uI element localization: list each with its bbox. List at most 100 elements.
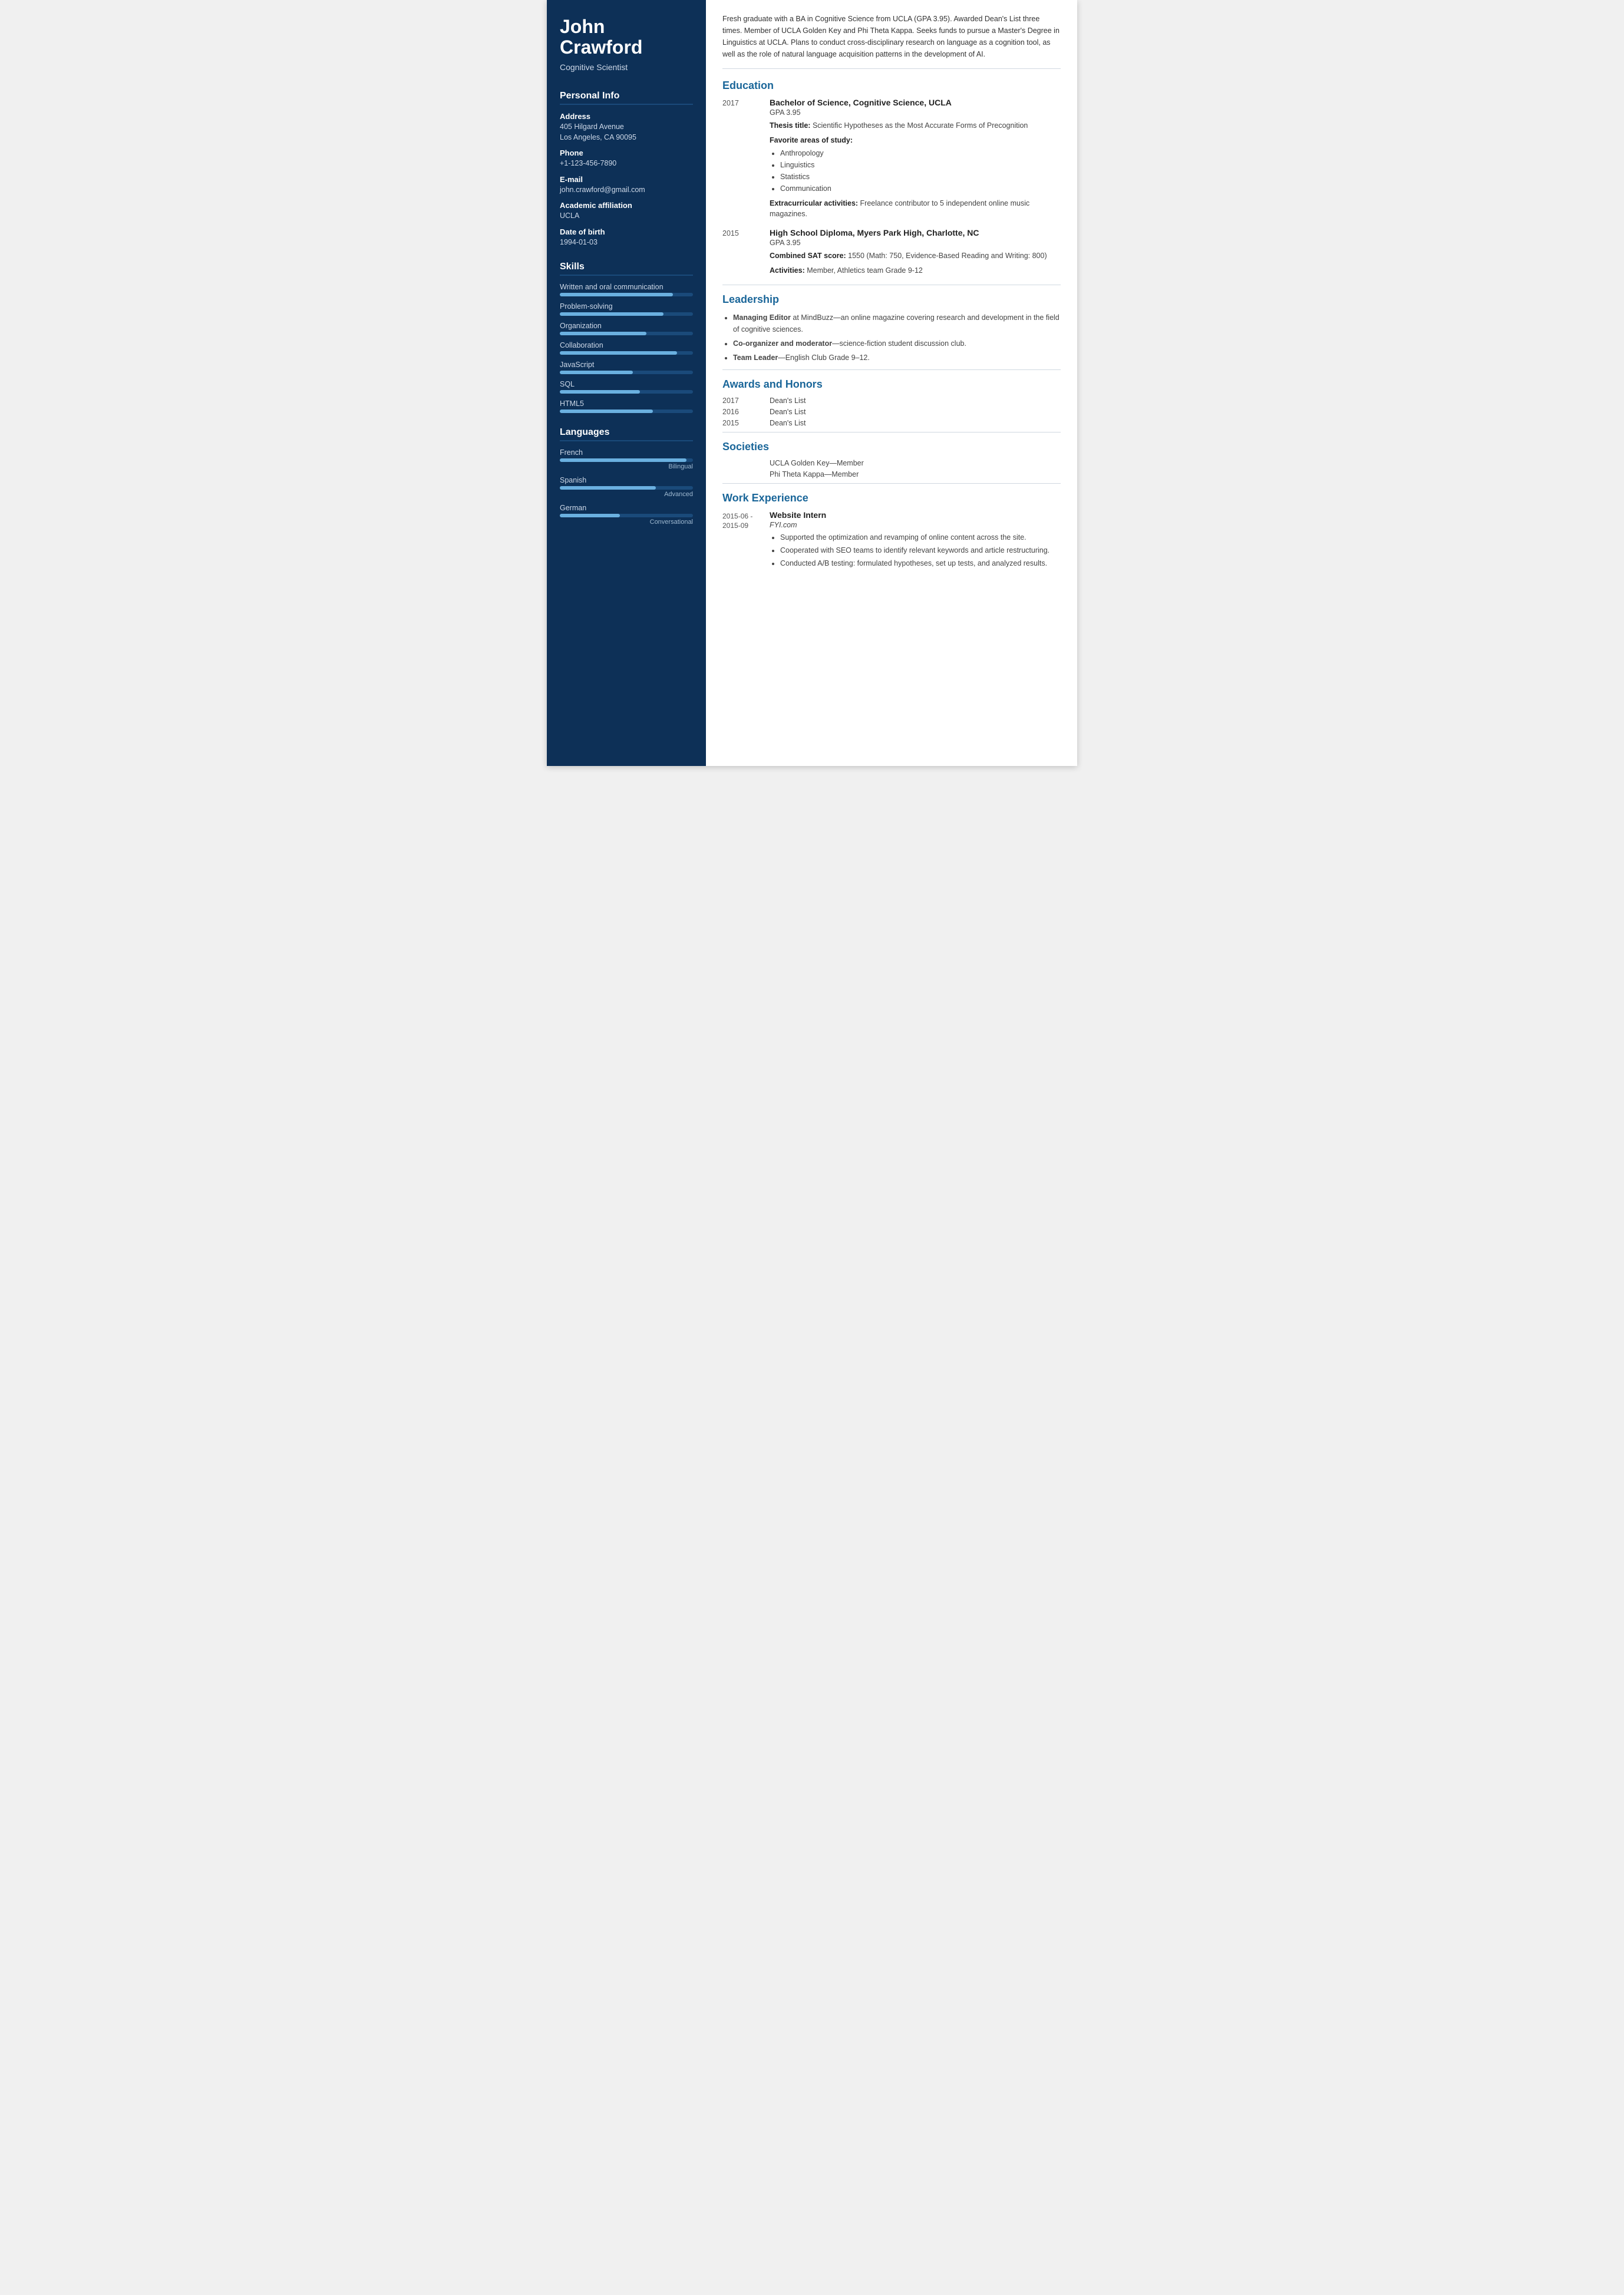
skill-bar-fill bbox=[560, 351, 677, 355]
edu-content: Bachelor of Science, Cognitive Science, … bbox=[770, 98, 1061, 220]
education-title: Education bbox=[722, 80, 1061, 92]
edu-degree: Bachelor of Science, Cognitive Science, … bbox=[770, 98, 1061, 107]
sidebar: John Crawford Cognitive Scientist Person… bbox=[547, 0, 706, 766]
skill-bar-fill bbox=[560, 371, 633, 374]
list-item: Statistics bbox=[780, 171, 1061, 183]
language-bar-background bbox=[560, 486, 693, 490]
list-item: Team Leader—English Club Grade 9–12. bbox=[733, 352, 1061, 364]
skill-bar-background bbox=[560, 371, 693, 374]
award-row: 2016Dean's List bbox=[722, 408, 1061, 416]
edu-favorites-list: AnthropologyLinguisticsStatisticsCommuni… bbox=[780, 147, 1061, 194]
award-name: Dean's List bbox=[770, 397, 806, 405]
email-label: E-mail bbox=[560, 175, 693, 184]
affiliation-value: UCLA bbox=[560, 211, 693, 222]
edu-fav-label: Favorite areas of study: bbox=[770, 135, 1061, 146]
awards-list: 2017Dean's List 2016Dean's List 2015 Dean's… bbox=[722, 397, 1061, 427]
candidate-title: Cognitive Scientist bbox=[560, 62, 693, 72]
language-bar-fill bbox=[560, 514, 620, 517]
skill-bar-background bbox=[560, 390, 693, 394]
address-line1: 405 Hilgard Avenue bbox=[560, 123, 624, 131]
skill-name: HTML5 bbox=[560, 399, 693, 408]
skill-bar-background bbox=[560, 293, 693, 296]
address-label: Address bbox=[560, 112, 693, 121]
work-title: Work Experience bbox=[722, 492, 1061, 504]
list-item: Supported the optimization and revamping… bbox=[780, 531, 1061, 543]
work-dates: 2015-06 - 2015-09 bbox=[722, 510, 770, 570]
work-entry: 2015-06 - 2015-09Website InternFYI.com Su… bbox=[722, 510, 1061, 570]
education-entry: 2017Bachelor of Science, Cognitive Scien… bbox=[722, 98, 1061, 220]
languages-section: Languages FrenchBilingualSpanishAdvanced… bbox=[547, 419, 706, 531]
language-name: German bbox=[560, 504, 693, 512]
list-item: Anthropology bbox=[780, 147, 1061, 159]
language-name: French bbox=[560, 448, 693, 457]
language-level: Bilingual bbox=[560, 463, 693, 470]
education-section: Education 2017Bachelor of Science, Cogni… bbox=[722, 80, 1061, 276]
edu-activities: Activities: Member, Athletics team Grade… bbox=[770, 265, 1061, 276]
main-content: Fresh graduate with a BA in Cognitive Sc… bbox=[706, 0, 1077, 766]
skill-name: Collaboration bbox=[560, 341, 693, 349]
personal-info-title: Personal Info bbox=[560, 91, 693, 105]
list-item: Conducted A/B testing: formulated hypoth… bbox=[780, 557, 1061, 569]
resume-container: John Crawford Cognitive Scientist Person… bbox=[547, 0, 1077, 766]
dob-label: Date of birth bbox=[560, 227, 693, 236]
email-value: john.crawford@gmail.com bbox=[560, 185, 693, 196]
skill-name: Organization bbox=[560, 322, 693, 330]
skill-bar-fill bbox=[560, 312, 664, 316]
skills-title: Skills bbox=[560, 262, 693, 276]
skill-item: HTML5 bbox=[560, 399, 693, 413]
edu-thesis: Thesis title: Scientific Hypotheses as t… bbox=[770, 120, 1061, 131]
society-item: UCLA Golden Key—Member bbox=[722, 459, 1061, 467]
edu-gpa: GPA 3.95 bbox=[770, 239, 1061, 247]
skill-item: Written and oral communication bbox=[560, 283, 693, 296]
work-section: Work Experience 2015-06 - 2015-09Website… bbox=[722, 492, 1061, 570]
awards-section: Awards and Honors 2017Dean's List 2016Dea… bbox=[722, 378, 1061, 427]
affiliation-label: Academic affiliation bbox=[560, 201, 693, 210]
summary-text: Fresh graduate with a BA in Cognitive Sc… bbox=[722, 13, 1061, 69]
skill-bar-background bbox=[560, 410, 693, 413]
address-value: 405 Hilgard Avenue Los Angeles, CA 90095 bbox=[560, 122, 693, 143]
language-item: GermanConversational bbox=[560, 504, 693, 526]
language-item: SpanishAdvanced bbox=[560, 476, 693, 498]
skill-bar-fill bbox=[560, 293, 673, 296]
awards-title: Awards and Honors bbox=[722, 378, 1061, 391]
address-line2: Los Angeles, CA 90095 bbox=[560, 133, 636, 141]
skill-bar-fill bbox=[560, 410, 653, 413]
award-year: 2015 bbox=[722, 419, 770, 427]
skill-bar-fill bbox=[560, 390, 640, 394]
work-company: FYI.com bbox=[770, 521, 1061, 529]
skill-name: Written and oral communication bbox=[560, 283, 693, 291]
skill-name: SQL bbox=[560, 380, 693, 388]
skill-bar-background bbox=[560, 332, 693, 335]
skill-item: JavaScript bbox=[560, 361, 693, 374]
edu-content: High School Diploma, Myers Park High, Ch… bbox=[770, 228, 1061, 276]
list-item: Linguistics bbox=[780, 159, 1061, 171]
languages-list: French Bilingual SpanishAdvanced GermanConv… bbox=[560, 448, 693, 526]
society-item: Phi Theta Kappa—Member bbox=[722, 470, 1061, 478]
phone-value: +1-123-456-7890 bbox=[560, 158, 693, 169]
skill-item: Collaboration bbox=[560, 341, 693, 355]
award-year: 2016 bbox=[722, 408, 770, 416]
dob-value: 1994-01-03 bbox=[560, 237, 693, 248]
award-year: 2017 bbox=[722, 397, 770, 405]
divider-awards bbox=[722, 369, 1061, 370]
skill-item: SQL bbox=[560, 380, 693, 394]
list-item: Co-organizer and moderator—science-ficti… bbox=[733, 338, 1061, 349]
societies-list: UCLA Golden Key—Member Phi Theta Kappa—Me… bbox=[722, 459, 1061, 478]
language-bar-background bbox=[560, 514, 693, 517]
work-content: Website InternFYI.com Supported the optim… bbox=[770, 510, 1061, 570]
skills-list: Written and oral communication Problem-so… bbox=[560, 283, 693, 413]
skill-bar-fill bbox=[560, 332, 646, 335]
skill-item: Problem-solving bbox=[560, 302, 693, 316]
language-item: French Bilingual bbox=[560, 448, 693, 470]
language-bar-fill bbox=[560, 486, 656, 490]
work-title: Website Intern bbox=[770, 510, 1061, 520]
list-item: Managing Editor at MindBuzz—an online ma… bbox=[733, 312, 1061, 335]
edu-sat: Combined SAT score: 1550 (Math: 750, Evi… bbox=[770, 250, 1061, 262]
language-level: Advanced bbox=[560, 491, 693, 498]
first-name: John bbox=[560, 16, 605, 37]
award-row: 2017Dean's List bbox=[722, 397, 1061, 405]
education-entry: 2015High School Diploma, Myers Park High… bbox=[722, 228, 1061, 276]
language-bar-background bbox=[560, 458, 693, 462]
skill-bar-background bbox=[560, 312, 693, 316]
leadership-title: Leadership bbox=[722, 293, 1061, 306]
